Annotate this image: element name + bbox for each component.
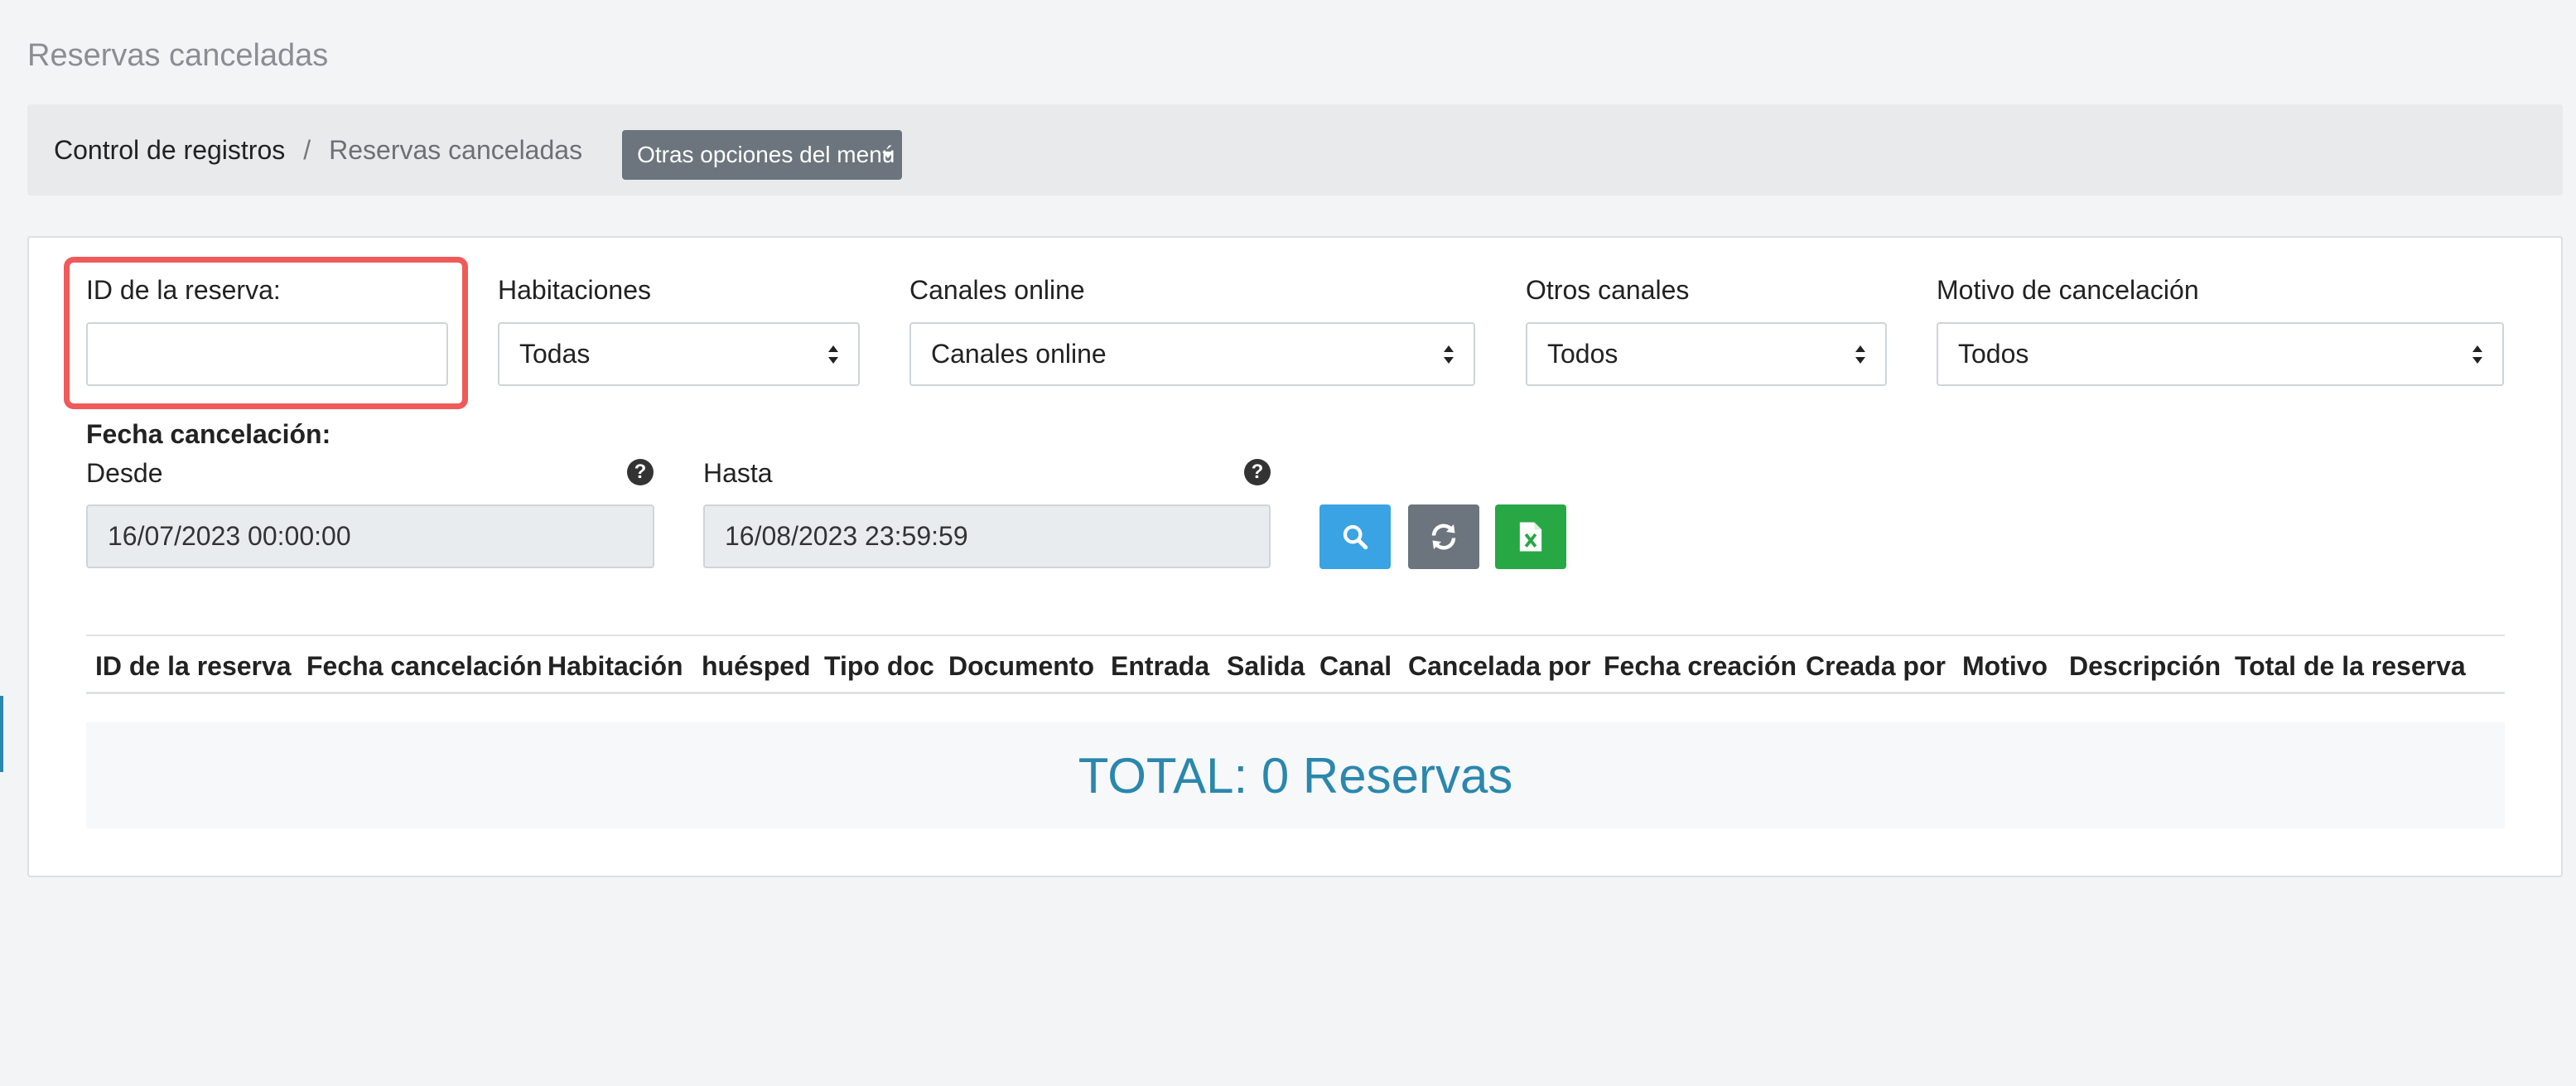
column-header[interactable]: Salida: [1227, 651, 1305, 682]
date-to-input[interactable]: 16/08/2023 23:59:59: [703, 504, 1271, 568]
rooms-select-value: Todas: [519, 339, 591, 369]
cancel-reason-select[interactable]: Todos: [1937, 322, 2504, 386]
left-accent-bar: [0, 696, 3, 772]
other-channels-select[interactable]: Todos: [1526, 322, 1887, 386]
column-header[interactable]: Total de la reserva: [2235, 651, 2466, 682]
breadcrumb: Control de registros / Reservas cancelad…: [27, 104, 2563, 195]
other-channels-label: Otros canales: [1526, 275, 1690, 305]
column-header[interactable]: Documento: [948, 651, 1094, 682]
column-header[interactable]: Cancelada por: [1408, 651, 1591, 682]
date-from-label: Desde: [86, 458, 163, 488]
total-row: TOTAL: 0 Reservas: [86, 722, 2505, 828]
results-table-header: ID de la reserva Fecha cancelación Habit…: [86, 635, 2505, 694]
caret-down-icon: [882, 152, 895, 158]
select-arrows-icon: [828, 345, 838, 365]
column-header[interactable]: Fecha cancelación: [306, 651, 543, 682]
date-from-input[interactable]: 16/07/2023 00:00:00: [86, 504, 654, 568]
page: Reservas canceladas Control de registros…: [0, 0, 2576, 1086]
page-title: Reservas canceladas: [27, 38, 329, 73]
cancel-reason-label: Motivo de cancelación: [1937, 275, 2199, 305]
other-menu-options-button[interactable]: Otras opciones del menú: [622, 130, 903, 180]
column-header[interactable]: Fecha creación: [1604, 651, 1797, 682]
online-channels-select-value: Canales online: [931, 339, 1107, 369]
cancel-date-label: Fecha cancelación:: [86, 419, 331, 449]
highlight-annotation: [64, 257, 468, 409]
search-icon: [1343, 524, 1368, 550]
other-channels-select-value: Todos: [1547, 339, 1618, 369]
date-to-label: Hasta: [703, 458, 773, 488]
breadcrumb-separator: /: [303, 134, 311, 165]
column-header[interactable]: Canal: [1319, 651, 1392, 682]
help-icon[interactable]: ?: [627, 459, 654, 485]
select-arrows-icon: [2472, 345, 2482, 365]
excel-icon: [1519, 522, 1542, 552]
column-header[interactable]: Entrada: [1111, 651, 1209, 682]
select-arrows-icon: [1444, 345, 1454, 365]
search-button[interactable]: [1319, 504, 1391, 569]
column-header[interactable]: huésped: [702, 651, 811, 682]
online-channels-label: Canales online: [909, 275, 1085, 305]
cancel-reason-select-value: Todos: [1958, 339, 2029, 369]
column-header[interactable]: Descripción: [2069, 651, 2221, 682]
column-header[interactable]: Creada por: [1806, 651, 1946, 682]
refresh-button[interactable]: [1408, 504, 1479, 569]
online-channels-select[interactable]: Canales online: [909, 322, 1475, 386]
other-menu-options-label: Otras opciones del menú: [637, 142, 895, 167]
select-arrows-icon: [1855, 345, 1865, 365]
breadcrumb-item-current: Reservas canceladas: [329, 134, 583, 165]
rooms-label: Habitaciones: [498, 275, 651, 305]
column-header[interactable]: ID de la reserva: [95, 651, 292, 682]
date-to-value: 16/08/2023 23:59:59: [725, 521, 968, 551]
rooms-select[interactable]: Todas: [498, 322, 860, 386]
refresh-icon: [1431, 524, 1456, 550]
total-reservations-text: TOTAL: 0 Reservas: [1078, 747, 1513, 804]
export-excel-button[interactable]: [1495, 504, 1566, 569]
help-icon[interactable]: ?: [1244, 459, 1271, 485]
column-header[interactable]: Tipo doc: [824, 651, 934, 682]
date-from-value: 16/07/2023 00:00:00: [108, 521, 351, 551]
column-header[interactable]: Habitación: [548, 651, 683, 682]
breadcrumb-item-control[interactable]: Control de registros: [54, 135, 285, 166]
column-header[interactable]: Motivo: [1962, 651, 2048, 682]
